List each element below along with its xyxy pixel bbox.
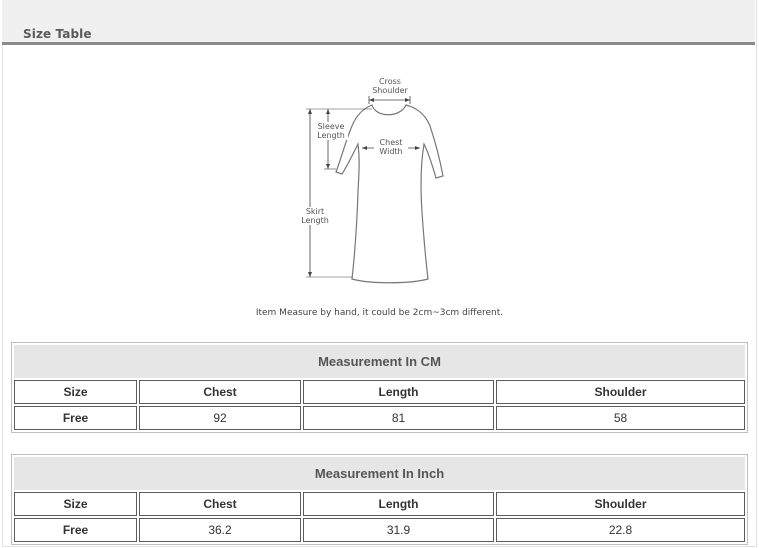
section-title: Size Table: [23, 27, 92, 41]
column-header: Length: [303, 492, 494, 516]
chest-cell: 92: [139, 406, 301, 430]
dress-outline-image: [306, 96, 444, 284]
skirt-length-label: Skirt Length: [298, 207, 332, 225]
column-header: Size: [14, 380, 137, 404]
length-cell: 31.9: [303, 518, 494, 542]
header-divider: [2, 42, 755, 45]
table-caption: Measurement In CM: [14, 345, 745, 378]
size-table-inch: Measurement In Inch Size Chest Length Sh…: [11, 454, 748, 545]
shoulder-cell: 58: [496, 406, 745, 430]
size-cell: Free: [14, 406, 137, 430]
table-row: Free 92 81 58: [14, 406, 745, 430]
length-cell: 81: [303, 406, 494, 430]
shoulder-cell: 22.8: [496, 518, 745, 542]
column-header: Shoulder: [496, 492, 745, 516]
garment-diagram: Cross Shoulder Sleeve Length Chest Width…: [290, 72, 460, 287]
column-header: Chest: [139, 492, 301, 516]
column-header: Size: [14, 492, 137, 516]
size-cell: Free: [14, 518, 137, 542]
column-header: Length: [303, 380, 494, 404]
chest-width-label: Chest Width: [374, 138, 408, 156]
table-caption: Measurement In Inch: [14, 457, 745, 490]
column-header: Chest: [139, 380, 301, 404]
measurement-note: Item Measure by hand, it could be 2cm~3c…: [255, 308, 504, 318]
table-row: Free 36.2 31.9 22.8: [14, 518, 745, 542]
size-table-cm: Measurement In CM Size Chest Length Shou…: [11, 342, 748, 433]
column-header: Shoulder: [496, 380, 745, 404]
sleeve-length-label: Sleeve Length: [314, 122, 348, 140]
chest-cell: 36.2: [139, 518, 301, 542]
section-header: Size Table: [2, 0, 755, 44]
cross-shoulder-label: Cross Shoulder: [368, 77, 412, 95]
